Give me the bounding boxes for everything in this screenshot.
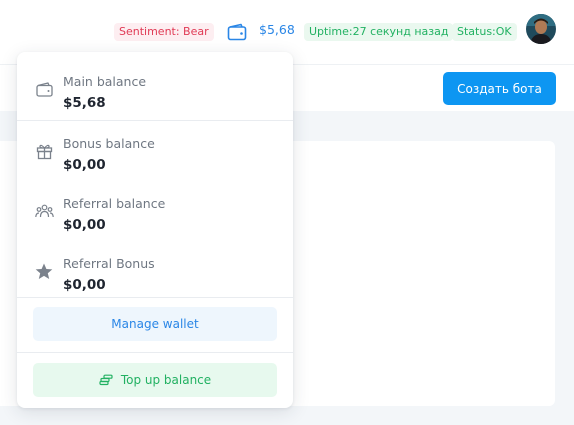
referral-balance-value: $0,00: [63, 217, 106, 233]
coins-icon: [99, 374, 113, 386]
uptime-badge: Uptime:27 секунд назад: [304, 23, 454, 41]
referral-balance-item: Referral balance $0,00: [17, 182, 293, 242]
gift-icon: [33, 140, 55, 162]
referral-bonus-item: Referral Bonus $0,00: [17, 242, 293, 302]
referral-bonus-value: $0,00: [63, 277, 106, 293]
bonus-balance-value: $0,00: [63, 157, 106, 173]
main-balance-item: Main balance $5,68: [17, 60, 293, 120]
referral-balance-label: Referral balance: [63, 196, 166, 211]
header-balance: $5,68: [259, 22, 295, 37]
wallet-dropdown: Main balance $5,68 Bonus balance $0,00 R…: [17, 52, 293, 408]
avatar-image: [526, 14, 556, 44]
wallet-button[interactable]: [226, 20, 248, 44]
referral-bonus-label: Referral Bonus: [63, 256, 155, 271]
create-bot-button[interactable]: Создать бота: [443, 72, 556, 105]
top-up-balance-label: Top up balance: [120, 373, 212, 387]
users-icon: [33, 200, 55, 222]
top-up-balance-button[interactable]: Top up balance: [33, 363, 277, 397]
sentiment-badge: Sentiment: Bear: [114, 23, 214, 41]
status-badge: Status:OK: [452, 23, 517, 41]
manage-wallet-button[interactable]: Manage wallet: [33, 307, 277, 341]
bonus-balance-label: Bonus balance: [63, 136, 155, 151]
main-balance-value: $5,68: [63, 95, 106, 111]
page: Sentiment: Bear $5,68 Uptime:27 секунд н…: [0, 0, 574, 425]
main-balance-label: Main balance: [63, 74, 147, 89]
divider: [17, 352, 293, 353]
divider: [17, 297, 293, 298]
star-icon: [33, 260, 55, 282]
wallet-icon: [227, 23, 247, 41]
avatar[interactable]: [526, 14, 556, 44]
bonus-balance-item: Bonus balance $0,00: [17, 122, 293, 182]
divider: [17, 120, 293, 121]
wallet-icon: [33, 78, 55, 100]
